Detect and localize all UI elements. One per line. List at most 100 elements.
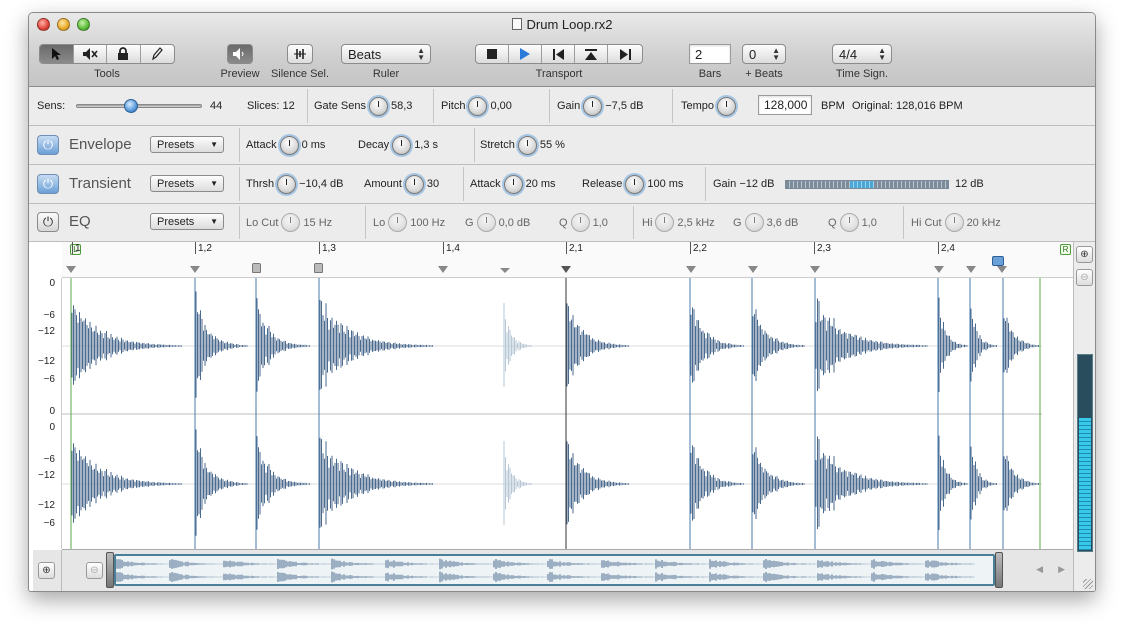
zoom-meter-strip: ⊕ ⊖ (1073, 242, 1095, 591)
overview-selection[interactable] (114, 554, 995, 586)
bars-label: Bars (698, 68, 722, 80)
overview-waveform (116, 558, 975, 583)
overview-right-handle[interactable] (995, 552, 1003, 588)
waveform-slice-right (566, 441, 629, 525)
ruler-tick-label: 2,4 (941, 243, 955, 254)
locked-slice-marker[interactable] (252, 263, 261, 273)
divider (239, 128, 240, 162)
transient-gain-slider[interactable] (785, 180, 949, 189)
transient-release-control: Release 100 ms (582, 165, 683, 203)
scale-label: −12 (38, 326, 55, 337)
gain-knob[interactable] (583, 96, 603, 116)
slice-marker[interactable] (438, 266, 448, 273)
slice-marker[interactable] (934, 266, 944, 273)
time-signature-popup[interactable]: 4/4 ▲ ▼ (832, 44, 892, 64)
envelope-attack-knob[interactable] (279, 135, 299, 155)
play-button[interactable] (509, 45, 543, 63)
eq-lo-gain-knob[interactable] (476, 213, 496, 232)
hicut-label: Hi Cut (911, 216, 942, 229)
eq-presets-popup[interactable]: Presets ▼ (150, 213, 224, 230)
lock-tool-button[interactable] (107, 45, 141, 63)
zoom-out-button[interactable]: ⊖ (1076, 269, 1093, 286)
overview-left-handle[interactable] (106, 552, 114, 588)
time-signature-value: 4/4 (839, 46, 858, 62)
scroll-right-icon[interactable]: ▶ (1058, 564, 1065, 575)
ruler-popup[interactable]: Beats ▲ ▼ (341, 44, 431, 64)
loop-button[interactable] (575, 45, 609, 63)
eq-locut-knob[interactable] (281, 213, 301, 232)
ruler-tick (690, 242, 691, 254)
rewind-to-start-button[interactable] (542, 45, 575, 63)
skip-to-end-button[interactable] (608, 45, 642, 63)
locked-slice-marker[interactable] (314, 263, 323, 273)
popup-arrows-icon: ▲ ▼ (878, 46, 886, 62)
transient-amount-knob[interactable] (404, 174, 424, 194)
stop-button[interactable] (476, 45, 509, 63)
stretch-value: 55 % (539, 139, 565, 151)
envelope-stretch-knob[interactable] (517, 135, 537, 155)
preview-button[interactable] (227, 44, 253, 64)
eq-lo-knob[interactable] (388, 213, 408, 232)
overview-zoom-out-button[interactable]: ⊖ (86, 562, 103, 579)
waveform-display[interactable] (62, 278, 1073, 549)
beats-stepper[interactable]: 0 ▲ ▼ (742, 44, 786, 64)
overview-zoom-in-button[interactable]: ⊕ (38, 562, 55, 579)
tempo-field[interactable]: 128,000 (758, 95, 812, 115)
envelope-power-button[interactable]: ⏻ (37, 135, 59, 155)
slice-marker[interactable] (500, 268, 510, 273)
speaker-mute-icon (82, 48, 98, 60)
transient-threshold-knob[interactable] (277, 174, 297, 194)
slice-marker[interactable] (810, 266, 820, 273)
transient-gain-slider-thumb[interactable] (850, 181, 874, 188)
tools-label: Tools (94, 68, 120, 80)
transient-title: Transient (69, 175, 131, 192)
eq-hi-gain-knob[interactable] (744, 213, 764, 232)
slice-marker[interactable] (561, 266, 571, 273)
transient-power-button[interactable]: ⏻ (37, 174, 59, 194)
playhead-marker[interactable] (992, 256, 1004, 266)
pencil-tool-button[interactable] (141, 45, 174, 63)
slice-marker[interactable] (966, 266, 976, 273)
eq-power-button[interactable]: ⏻ (37, 212, 59, 232)
gain-min-label: −12 dB (739, 178, 775, 190)
gate-sens-knob[interactable] (368, 96, 388, 116)
slice-marker[interactable] (748, 266, 758, 273)
right-locator-flag[interactable]: R (1060, 244, 1071, 255)
tempo-knob[interactable] (717, 96, 737, 116)
eq-hicut-knob[interactable] (944, 213, 964, 232)
transient-attack-knob[interactable] (503, 174, 523, 194)
slice-marker[interactable] (190, 266, 200, 273)
divider (903, 206, 904, 239)
transient-release-knob[interactable] (625, 174, 645, 194)
window-resize-grip[interactable] (1083, 579, 1093, 589)
eq-hi-q-knob[interactable] (839, 213, 859, 232)
zoom-in-button[interactable]: ⊕ (1076, 246, 1093, 263)
ruler-popup-value: Beats (348, 46, 382, 62)
hi-value: 2,5 kHz (677, 216, 715, 229)
eq-lo-q-knob[interactable] (570, 213, 590, 232)
silence-selection-button[interactable] (287, 44, 313, 64)
transient-presets-popup[interactable]: Presets ▼ (150, 175, 224, 192)
envelope-presets-popup[interactable]: Presets ▼ (150, 136, 224, 153)
scroll-left-icon[interactable]: ◀ (1036, 564, 1043, 575)
speaker-icon (233, 48, 244, 60)
window-title: Drum Loop.rx2 (29, 17, 1095, 32)
slice-marker[interactable] (686, 266, 696, 273)
slice-marker[interactable] (997, 266, 1007, 273)
envelope-decay-knob[interactable] (392, 135, 412, 155)
sensitivity-slider-thumb[interactable] (124, 99, 139, 113)
waveform-svg[interactable] (62, 278, 1042, 549)
gain-label: Gain (557, 100, 581, 112)
lo-value: 100 Hz (410, 216, 446, 229)
waveform-slice-left (71, 305, 182, 385)
arrow-tool-button[interactable] (40, 45, 74, 63)
amount-value: 30 (426, 178, 440, 190)
slice-marker[interactable] (66, 266, 76, 273)
sensitivity-slider[interactable] (76, 104, 202, 108)
bars-field[interactable]: 2 (689, 44, 731, 64)
mute-tool-button[interactable] (74, 45, 107, 63)
pitch-knob[interactable] (468, 96, 488, 116)
beat-ruler[interactable]: L R 1 1,2 1,3 1,4 2,1 2,2 2,3 2,4 (62, 242, 1073, 278)
eq-hi-knob[interactable] (655, 213, 675, 232)
presets-label: Presets (157, 138, 195, 151)
